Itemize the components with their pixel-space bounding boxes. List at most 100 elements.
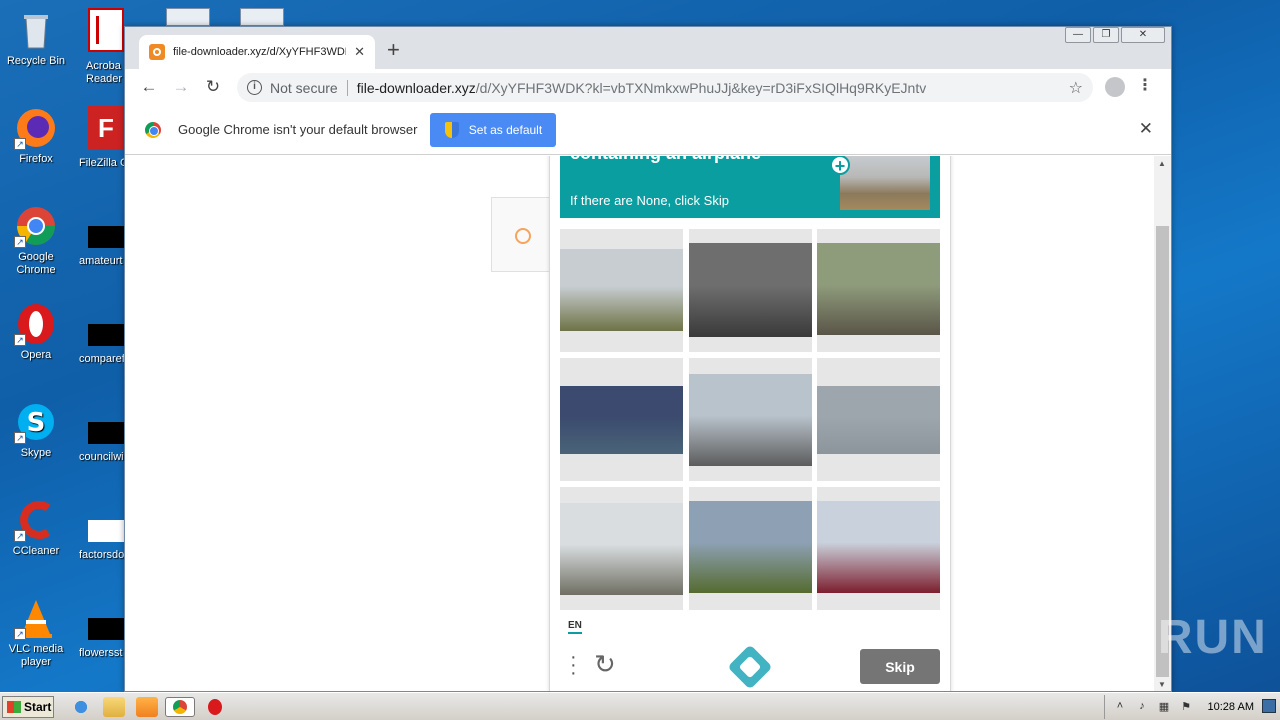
volume-icon[interactable]: ♪: [1135, 700, 1149, 714]
windows-logo-icon: [7, 701, 21, 713]
desktop-icon-label: Google Chrome: [16, 251, 56, 276]
chrome-taskbar-icon[interactable]: [165, 697, 195, 717]
forward-button[interactable]: →: [165, 77, 197, 97]
captcha-image-airplane-wing-over-field: [560, 249, 683, 331]
expand-example-icon[interactable]: +: [830, 156, 850, 175]
desktop-icon-label: Opera: [20, 349, 52, 361]
captcha-image-tile[interactable]: [560, 358, 683, 481]
shortcut-arrow-icon: ↗: [14, 334, 26, 346]
redacted-icon[interactable]: [88, 226, 124, 248]
network-icon[interactable]: ▦: [1157, 700, 1171, 714]
explorer-folder-icon[interactable]: [103, 697, 125, 717]
desktop-icon-skype[interactable]: S ↗ Skype: [0, 400, 72, 460]
desktop-file-icon[interactable]: [240, 8, 284, 26]
browser-window: file-downloader.xyz/d/XyYFHF3WDK ✕ + — ❐…: [124, 26, 1172, 692]
browser-tab[interactable]: file-downloader.xyz/d/XyYFHF3WDK ✕: [139, 35, 375, 69]
internet-explorer-icon[interactable]: [70, 697, 92, 717]
start-button[interactable]: Start: [2, 696, 54, 718]
desktop-icon-vlc[interactable]: ↗ VLC media player: [0, 596, 72, 669]
new-tab-button[interactable]: +: [387, 39, 400, 61]
tab-close-icon[interactable]: ✕: [354, 44, 365, 60]
skip-button[interactable]: Skip: [860, 649, 940, 684]
not-secure-label: Not secure: [270, 79, 338, 96]
restore-button[interactable]: ❐: [1093, 27, 1119, 43]
info-icon[interactable]: i: [247, 80, 262, 95]
captcha-image-tile[interactable]: [817, 358, 940, 481]
language-selector[interactable]: EN: [568, 620, 582, 634]
captcha-footer: · · · ↻ Skip: [550, 644, 950, 690]
uac-shield-icon: [444, 121, 459, 138]
anyrun-watermark: ANY RUN: [1036, 611, 1268, 664]
infobar-close-icon[interactable]: ✕: [1139, 119, 1153, 139]
filezilla-icon: F: [98, 113, 114, 143]
desktop-icon-firefox[interactable]: ↗ Firefox: [0, 106, 72, 166]
captcha-checkbox-widget[interactable]: [491, 197, 551, 272]
reload-button[interactable]: ↻: [197, 77, 229, 97]
shortcut-arrow-icon: ↗: [14, 236, 26, 248]
page-viewport: containing an airplane If there are None…: [125, 156, 1155, 691]
desktop-icon-label: flowersst: [79, 647, 123, 659]
scroll-down-icon[interactable]: ▼: [1158, 680, 1166, 689]
profile-avatar-icon[interactable]: [1105, 77, 1125, 97]
close-window-button[interactable]: ✕: [1121, 27, 1165, 43]
show-hidden-icons-icon[interactable]: ˄: [1113, 700, 1127, 714]
show-desktop-button[interactable]: [1262, 699, 1276, 713]
captcha-image-tile[interactable]: [688, 487, 812, 610]
desktop-file-icon[interactable]: [166, 8, 210, 26]
shortcut-arrow-icon: ↗: [14, 432, 26, 444]
minimize-button[interactable]: —: [1065, 27, 1091, 43]
address-bar[interactable]: i Not secure file-downloader.xyz /d/XyYF…: [237, 73, 1093, 102]
desktop-icon-google-chrome[interactable]: ↗ Google Chrome: [0, 204, 72, 277]
set-as-default-button[interactable]: Set as default: [430, 112, 557, 147]
svg-text:S: S: [27, 408, 46, 438]
acrobat-icon: [96, 16, 116, 44]
captcha-image-red-train: [817, 501, 940, 593]
desktop-icon-label: Recycle Bin: [6, 55, 66, 67]
desktop-icon-recycle-bin[interactable]: Recycle Bin: [0, 8, 72, 68]
chrome-icon: [145, 121, 161, 138]
captcha-image-tile[interactable]: [560, 487, 683, 610]
captcha-menu-icon[interactable]: · · ·: [570, 647, 577, 683]
desktop-icon-label: Firefox: [19, 153, 53, 165]
address-separator: [346, 79, 348, 96]
captcha-image-tile[interactable]: [560, 229, 683, 352]
opera-taskbar-icon[interactable]: [204, 697, 226, 717]
redacted-icon[interactable]: [88, 324, 124, 346]
url-path: /d/XyYFHF3WDK?kl=vbTXNmkxwPhuJJj&key=rD3…: [475, 79, 927, 96]
captcha-image-tile[interactable]: [817, 229, 940, 352]
captcha-example-image: [840, 156, 930, 210]
shortcut-arrow-icon: ↗: [14, 628, 26, 640]
redacted-icon[interactable]: [88, 422, 124, 444]
captcha-hint: If there are None, click Skip: [570, 193, 729, 208]
tab-title: file-downloader.xyz/d/XyYFHF3WDK: [173, 46, 347, 58]
action-center-flag-icon[interactable]: ⚑: [1179, 700, 1193, 714]
captcha-image-tile[interactable]: [817, 487, 940, 610]
captcha-refresh-icon[interactable]: ↻: [594, 649, 616, 680]
media-player-icon[interactable]: [136, 697, 158, 717]
captcha-image-jet-on-tarmac: [688, 374, 812, 466]
captcha-image-tile[interactable]: [688, 229, 812, 352]
shortcut-arrow-icon: ↗: [14, 530, 26, 542]
skype-icon: S ↗: [14, 400, 58, 444]
desktop-icon-acrobat[interactable]: [88, 8, 124, 52]
redacted-icon[interactable]: [88, 618, 124, 640]
browser-toolbar: ← → ↻ i Not secure file-downloader.xyz /…: [125, 69, 1171, 105]
default-browser-infobar: Google Chrome isn't your default browser…: [125, 105, 1171, 155]
desktop-icon-filezilla[interactable]: F: [88, 106, 124, 150]
back-button[interactable]: ←: [133, 77, 165, 97]
captcha-prompt: containing an airplane: [570, 156, 761, 164]
captcha-header: containing an airplane If there are None…: [560, 156, 940, 218]
desktop-icon-label: amateurt: [79, 255, 123, 267]
captcha-image-tile[interactable]: [688, 358, 812, 481]
desktop-icon-opera[interactable]: ↗ Opera: [0, 302, 72, 362]
scroll-up-icon[interactable]: ▲: [1158, 159, 1166, 168]
desktop-icon-label: councilwi: [79, 451, 124, 463]
redacted-icon[interactable]: [88, 520, 124, 542]
clock[interactable]: 10:28 AM: [1208, 701, 1254, 713]
captcha-loading-spinner-icon: [515, 228, 531, 244]
chrome-icon: ↗: [14, 204, 58, 248]
bookmark-star-icon[interactable]: ☆: [1069, 78, 1083, 98]
desktop-icon-ccleaner[interactable]: ↗ CCleaner: [0, 498, 72, 558]
captcha-image-warbird-shark-mouth: [560, 503, 683, 595]
browser-menu-icon[interactable]: ⋮: [1137, 75, 1153, 95]
